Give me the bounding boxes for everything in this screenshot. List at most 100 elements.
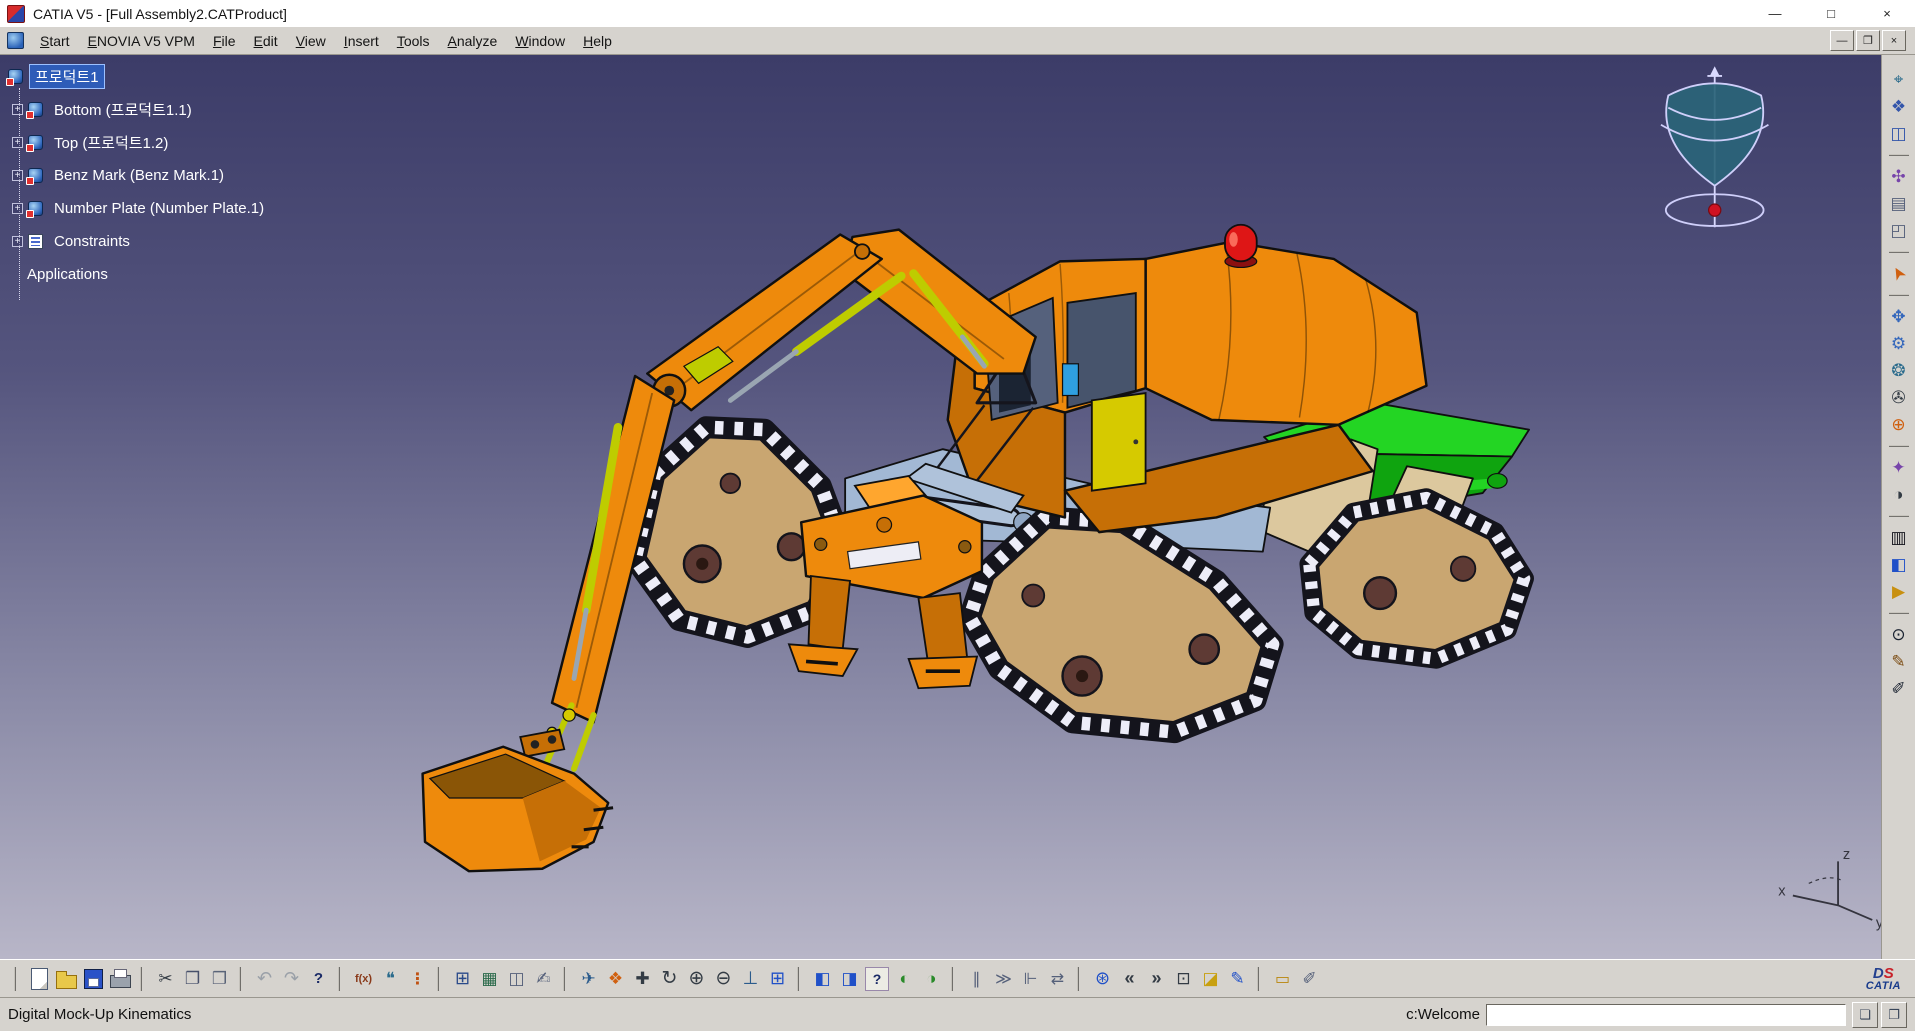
new-document-icon[interactable]	[26, 965, 53, 992]
redo-icon[interactable]: ↷	[278, 965, 305, 992]
track-right[interactable]	[1309, 498, 1524, 659]
layers-icon[interactable]: ◪	[1197, 965, 1224, 992]
rotate-icon[interactable]: ↻	[656, 965, 683, 992]
tree-label[interactable]: 프로덕트1	[29, 64, 105, 89]
zoom-area-icon[interactable]: ⊡	[1170, 965, 1197, 992]
catalog-icon[interactable]: ◫	[503, 965, 530, 992]
clash-icon[interactable]: ∥	[963, 965, 990, 992]
section-list-icon[interactable]: ▤	[1885, 190, 1912, 217]
print-icon[interactable]	[107, 965, 134, 992]
fit-all-icon[interactable]: ❖	[602, 965, 629, 992]
copy-icon[interactable]: ❐	[179, 965, 206, 992]
camera-view-icon[interactable]: ⌖	[1885, 66, 1912, 93]
undo-icon[interactable]: ↶	[251, 965, 278, 992]
expand-icon[interactable]: +	[12, 236, 23, 247]
expand-icon[interactable]: +	[12, 104, 23, 115]
compass[interactable]	[1661, 66, 1768, 227]
player-icon[interactable]: ▶	[1885, 578, 1912, 605]
track-icon[interactable]: ▥	[1885, 524, 1912, 551]
zoom-in-icon[interactable]: ⊕	[683, 965, 710, 992]
kinematics-back-icon[interactable]: «	[1116, 965, 1143, 992]
visibility-swap-icon[interactable]: ◑	[918, 965, 945, 992]
doc-window-icon[interactable]: ❏	[1852, 1002, 1878, 1028]
kinematics-forward-icon[interactable]: »	[1143, 965, 1170, 992]
hide-show-icon[interactable]: ◐	[891, 965, 918, 992]
tree-label[interactable]: Constraints	[49, 232, 135, 251]
menu-item-tools[interactable]: Tools	[388, 29, 439, 53]
clash-analysis-icon[interactable]: ✦	[1885, 454, 1912, 481]
minimize-button[interactable]: —	[1747, 0, 1803, 27]
tree-label[interactable]: Bottom (프로덕트1.1)	[49, 98, 197, 121]
viewport-frame-icon[interactable]: ◰	[1885, 217, 1912, 244]
distance-band-icon[interactable]: ◑	[1885, 481, 1912, 508]
maximize-button[interactable]: □	[1803, 0, 1859, 27]
update-icon[interactable]: ⊛	[1089, 965, 1116, 992]
pan-icon[interactable]: ✚	[629, 965, 656, 992]
menu-item-file[interactable]: File	[204, 29, 245, 53]
formula-fx-icon[interactable]: f(x)	[350, 965, 377, 992]
mdi-minimize-button[interactable]: —	[1830, 30, 1854, 51]
replay-icon[interactable]: ✇	[1885, 384, 1912, 411]
annotate-icon[interactable]: ✎	[1224, 965, 1251, 992]
expand-icon[interactable]: +	[12, 137, 23, 148]
open-folder-icon[interactable]	[53, 965, 80, 992]
expand-icon[interactable]: +	[12, 170, 23, 181]
swap-icon[interactable]: ⇄	[1044, 965, 1071, 992]
spreadsheet-icon[interactable]: ⊞	[449, 965, 476, 992]
graph-list-icon[interactable]: ❖	[1885, 93, 1912, 120]
multi-view-icon[interactable]: ⊞	[764, 965, 791, 992]
iso-view-icon[interactable]: ◧	[809, 965, 836, 992]
menu-item-enovia-v5-vpm[interactable]: ENOVIA V5 VPM	[79, 29, 204, 53]
bucket[interactable]	[423, 730, 614, 871]
comment-icon[interactable]: ❝	[377, 965, 404, 992]
whats-this-icon[interactable]: ?	[305, 965, 332, 992]
select-arrow-icon[interactable]: ➤	[1880, 255, 1915, 292]
tree-label[interactable]: Number Plate (Number Plate.1)	[49, 199, 269, 218]
sketch-tracer-icon[interactable]: ✎	[1885, 648, 1912, 675]
measure-between-icon[interactable]: ▭	[1269, 965, 1296, 992]
measure-item-icon[interactable]: ✐	[1296, 965, 1323, 992]
zoom-out-icon[interactable]: ⊖	[710, 965, 737, 992]
power-input-icon[interactable]: ❐	[1881, 1002, 1907, 1028]
tree-label[interactable]: Benz Mark (Benz Mark.1)	[49, 166, 229, 185]
mdi-restore-button[interactable]: ❐	[1856, 30, 1880, 51]
graph-icon[interactable]: ⊩	[1017, 965, 1044, 992]
tree-label[interactable]: Top (프로덕트1.2)	[49, 131, 173, 154]
help-query-icon[interactable]: ?	[865, 967, 889, 991]
shuttle-icon[interactable]: ◧	[1885, 551, 1912, 578]
close-button[interactable]: ×	[1859, 0, 1915, 27]
dmu-review-icon[interactable]: ✣	[1885, 163, 1912, 190]
fly-mode-icon[interactable]: ✈	[575, 965, 602, 992]
normal-view-icon[interactable]: ⊥	[737, 965, 764, 992]
toolbar-grip	[1889, 154, 1909, 156]
render-style-icon[interactable]: ◨	[836, 965, 863, 992]
menu-item-start[interactable]: Start	[31, 29, 79, 53]
knowledge-icon[interactable]: ⋮	[404, 965, 431, 992]
simulation-icon[interactable]: ❂	[1885, 357, 1912, 384]
split-window-icon[interactable]: ◫	[1885, 120, 1912, 147]
cut-icon[interactable]: ✂	[152, 965, 179, 992]
mdi-close-button[interactable]: ×	[1882, 30, 1906, 51]
dmu-joint-icon[interactable]: ✥	[1885, 303, 1912, 330]
measure-tool-icon[interactable]: ✐	[1885, 675, 1912, 702]
viewport-3d[interactable]: z x y 프로덕트1+Bottom (프로덕트1.1)+Top (프로덕트1.…	[0, 54, 1915, 959]
save-icon[interactable]	[80, 965, 107, 992]
paste-icon[interactable]: ❒	[206, 965, 233, 992]
menu-item-window[interactable]: Window	[506, 29, 574, 53]
beacon-light[interactable]	[1225, 225, 1257, 268]
menu-item-analyze[interactable]: Analyze	[439, 29, 507, 53]
menu-item-help[interactable]: Help	[574, 29, 621, 53]
tree-label[interactable]: Applications	[22, 265, 113, 284]
menu-item-insert[interactable]: Insert	[335, 29, 388, 53]
magnify-icon[interactable]: ⊙	[1885, 621, 1912, 648]
options-icon[interactable]: ✍	[530, 965, 557, 992]
mechanism-icon[interactable]: ⚙	[1885, 330, 1912, 357]
jump-forward-icon[interactable]: ≫	[990, 965, 1017, 992]
right-toolbar: ⌖❖◫ ✣▤◰ ➤ ✥⚙❂✇⊕ ✦◑ ▥◧▶ ⊙✎✐	[1881, 54, 1915, 959]
design-table-icon[interactable]: ▦	[476, 965, 503, 992]
expand-icon[interactable]: +	[12, 203, 23, 214]
sequence-icon[interactable]: ⊕	[1885, 411, 1912, 438]
menu-item-edit[interactable]: Edit	[245, 29, 287, 53]
command-input[interactable]	[1486, 1004, 1846, 1026]
menu-item-view[interactable]: View	[287, 29, 335, 53]
